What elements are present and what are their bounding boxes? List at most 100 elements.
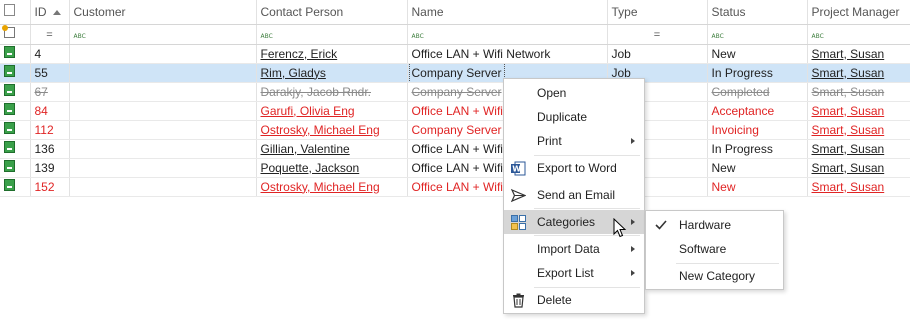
row-icon-cell[interactable]	[0, 63, 31, 83]
table-row[interactable]: 139 Poquette, Jackson Office LAN + Wifi N N…	[0, 158, 910, 178]
row-icon-cell[interactable]	[0, 44, 31, 64]
cell-project-manager[interactable]: Smart, Susan	[807, 158, 910, 178]
header-project-manager[interactable]: Project Manager	[807, 0, 910, 25]
cell-customer[interactable]	[69, 82, 257, 102]
cell-id[interactable]: 136	[30, 139, 70, 159]
cell-id[interactable]: 84	[30, 101, 70, 121]
header-type[interactable]: Type	[607, 0, 708, 25]
cell-contact-person[interactable]: Rim, Gladys	[256, 63, 408, 83]
cell-id[interactable]: 55	[30, 63, 70, 83]
filter-type[interactable]: =	[607, 24, 708, 45]
cell-id[interactable]: 152	[30, 177, 70, 197]
cell-name[interactable]: Office LAN + Wifi Network	[407, 44, 608, 64]
cell-project-manager[interactable]: Smart, Susan	[807, 82, 910, 102]
cell-contact-person[interactable]: Ostrosky, Michael Eng	[256, 177, 408, 197]
cell-project-manager[interactable]: Smart, Susan	[807, 139, 910, 159]
cell-customer[interactable]	[69, 139, 257, 159]
menu-item-export-to-word[interactable]: W Export to Word	[504, 156, 644, 180]
menu-item-duplicate[interactable]: Duplicate	[504, 105, 644, 129]
submenu-arrow-icon	[631, 219, 635, 225]
cell-status-text: New	[711, 46, 736, 61]
cell-customer[interactable]	[69, 101, 257, 121]
cell-status-text: Acceptance	[711, 103, 775, 118]
menu-item-import-data[interactable]: Import Data	[504, 237, 644, 261]
cell-customer[interactable]	[69, 177, 257, 197]
cell-project-manager[interactable]: Smart, Susan	[807, 44, 910, 64]
cell-contact-person[interactable]: Ostrosky, Michael Eng	[256, 120, 408, 140]
submenu-item-software[interactable]: Software	[646, 237, 783, 261]
cell-project-manager[interactable]: Smart, Susan	[807, 177, 910, 197]
table-row[interactable]: 152 Ostrosky, Michael Eng Office LAN + Wif…	[0, 177, 910, 197]
table-row[interactable]: 84 Garufi, Olivia Eng Office LAN + Wifi N A…	[0, 101, 910, 121]
cell-customer[interactable]	[69, 44, 257, 64]
row-icon-cell[interactable]	[0, 82, 31, 102]
menu-item-print[interactable]: Print	[504, 129, 644, 153]
cell-project-manager[interactable]: Smart, Susan	[807, 120, 910, 140]
check-icon	[655, 220, 667, 230]
menu-item-delete[interactable]: Delete	[504, 288, 644, 312]
filter-id[interactable]: =	[30, 24, 70, 45]
cell-project-manager[interactable]: Smart, Susan	[807, 63, 910, 83]
filter-contact[interactable]: ABC	[256, 24, 408, 45]
cell-customer[interactable]	[69, 63, 257, 83]
submenu-item-hardware[interactable]: Hardware	[646, 213, 783, 237]
text-filter-icon: ABC	[260, 33, 273, 40]
header-customer[interactable]: Customer	[69, 0, 257, 25]
cell-project-manager-text: Smart, Susan	[811, 46, 885, 61]
record-icon	[4, 46, 15, 58]
filter-name[interactable]: ABC	[407, 24, 608, 45]
cell-status[interactable]: New	[707, 177, 808, 197]
cell-customer[interactable]	[69, 120, 257, 140]
header-name[interactable]: Name	[407, 0, 608, 25]
cell-id[interactable]: 139	[30, 158, 70, 178]
cell-status[interactable]: In Progress	[707, 63, 808, 83]
submenu-item-new-category[interactable]: New Category	[646, 264, 783, 288]
cell-id-text: 152	[34, 179, 55, 194]
menu-item-open[interactable]: Open	[504, 81, 644, 105]
header-status[interactable]: Status	[707, 0, 808, 25]
record-icon	[4, 103, 15, 115]
cell-type[interactable]: Job	[607, 44, 708, 64]
cell-contact-person[interactable]: Poquette, Jackson	[256, 158, 408, 178]
table-row[interactable]: 112 Ostrosky, Michael Eng Company Server In…	[0, 120, 910, 140]
cell-contact-person[interactable]: Gillian, Valentine	[256, 139, 408, 159]
cell-status[interactable]: In Progress	[707, 139, 808, 159]
table-row[interactable]: 55 Rim, Gladys Company Server Job In Progres…	[0, 63, 910, 83]
cell-status[interactable]: Invoicing	[707, 120, 808, 140]
cell-contact-person[interactable]: Garufi, Olivia Eng	[256, 101, 408, 121]
filter-status[interactable]: ABC	[707, 24, 808, 45]
table-row[interactable]: 67Darakjy, Jacob Rndr.Company ServerJobC…	[0, 82, 910, 102]
cell-status[interactable]: Acceptance	[707, 101, 808, 121]
cell-contact-person[interactable]: Darakjy, Jacob Rndr.	[256, 82, 408, 102]
cell-status[interactable]: New	[707, 44, 808, 64]
menu-item-send-email[interactable]: Send an Email	[504, 183, 644, 207]
row-icon-cell[interactable]	[0, 120, 31, 140]
cell-id[interactable]: 67	[30, 82, 70, 102]
cell-project-manager-text: Smart, Susan	[811, 65, 885, 80]
row-icon-cell[interactable]	[0, 158, 31, 178]
cell-id-text: 55	[34, 65, 48, 80]
menu-item-export-list[interactable]: Export List	[504, 261, 644, 285]
cell-project-manager[interactable]: Smart, Susan	[807, 101, 910, 121]
table-row[interactable]: 4 Ferencz, Erick Office LAN + Wifi Network…	[0, 44, 910, 64]
cell-contact-person[interactable]: Ferencz, Erick	[256, 44, 408, 64]
row-icon-cell[interactable]	[0, 177, 31, 197]
cell-contact-person-text: Ostrosky, Michael Eng	[260, 122, 380, 137]
filter-new-row-cell[interactable]	[0, 24, 31, 45]
row-icon-cell[interactable]	[0, 139, 31, 159]
cell-id[interactable]: 112	[30, 120, 70, 140]
cell-customer[interactable]	[69, 158, 257, 178]
orders-grid: ID Customer Contact Person Name Type Sta…	[0, 0, 910, 197]
header-id[interactable]: ID	[30, 0, 70, 25]
header-contact-person[interactable]: Contact Person	[256, 0, 408, 25]
cell-status[interactable]: Completed	[707, 82, 808, 102]
filter-customer[interactable]: ABC	[69, 24, 257, 45]
table-row[interactable]: 136 Gillian, Valentine Office LAN + Wifi N…	[0, 139, 910, 159]
filter-manager[interactable]: ABC	[807, 24, 910, 45]
cell-id[interactable]: 4	[30, 44, 70, 64]
cell-status[interactable]: New	[707, 158, 808, 178]
cell-project-manager-text: Smart, Susan	[811, 179, 885, 194]
row-icon-cell[interactable]	[0, 101, 31, 121]
text-filter-icon: ABC	[811, 33, 824, 40]
cell-contact-person-text: Gillian, Valentine	[260, 141, 350, 156]
